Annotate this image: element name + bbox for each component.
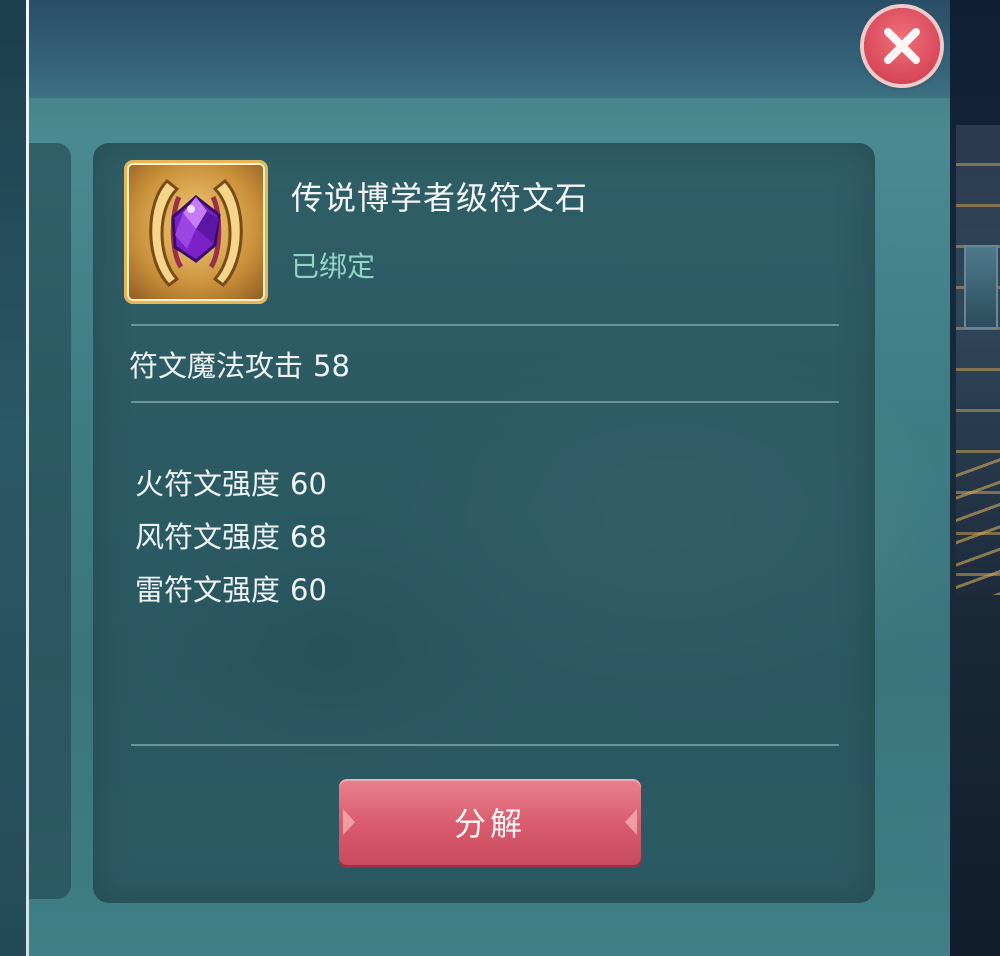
divider-header bbox=[131, 324, 839, 326]
item-detail-window: 传说博学者级符文石 已绑定 符文魔法攻击 58 火符文强度 60 风符文强度 68 雷… bbox=[29, 0, 950, 956]
background-scene-left bbox=[0, 0, 28, 956]
divider-footer bbox=[131, 744, 839, 746]
runestone-icon bbox=[127, 163, 265, 301]
background-building bbox=[956, 125, 1000, 595]
close-button[interactable] bbox=[864, 8, 940, 84]
rune-strength-label: 风符文强度 bbox=[135, 520, 281, 554]
item-detail-panel: 传说博学者级符文石 已绑定 符文魔法攻击 58 火符文强度 60 风符文强度 68 雷… bbox=[93, 143, 875, 903]
window-header-strip bbox=[29, 0, 950, 98]
button-notch-left bbox=[343, 809, 355, 835]
main-stat-value: 58 bbox=[313, 349, 350, 383]
runestone-icon-graphic bbox=[149, 178, 243, 287]
rune-strength-value: 68 bbox=[290, 520, 327, 554]
rune-strength-wind: 风符文强度 68 bbox=[135, 514, 327, 556]
main-stat: 符文魔法攻击 58 bbox=[129, 343, 350, 385]
item-name: 传说博学者级符文石 bbox=[291, 179, 589, 217]
button-notch-right bbox=[625, 809, 637, 835]
divider-main-stat bbox=[131, 401, 839, 403]
decompose-button-label: 分解 bbox=[453, 805, 526, 843]
main-stat-label: 符文魔法攻击 bbox=[129, 349, 304, 383]
left-list-panel bbox=[29, 143, 71, 899]
rune-strength-label: 雷符文强度 bbox=[135, 573, 281, 607]
rune-strength-value: 60 bbox=[290, 573, 327, 607]
rune-strength-value: 60 bbox=[290, 467, 327, 501]
rune-strength-label: 火符文强度 bbox=[135, 467, 281, 501]
bind-status: 已绑定 bbox=[291, 250, 376, 283]
decompose-button[interactable]: 分解 bbox=[339, 779, 641, 865]
close-icon bbox=[884, 28, 920, 64]
rune-strength-thunder: 雷符文强度 60 bbox=[135, 567, 327, 609]
rune-strength-fire: 火符文强度 60 bbox=[135, 461, 327, 503]
